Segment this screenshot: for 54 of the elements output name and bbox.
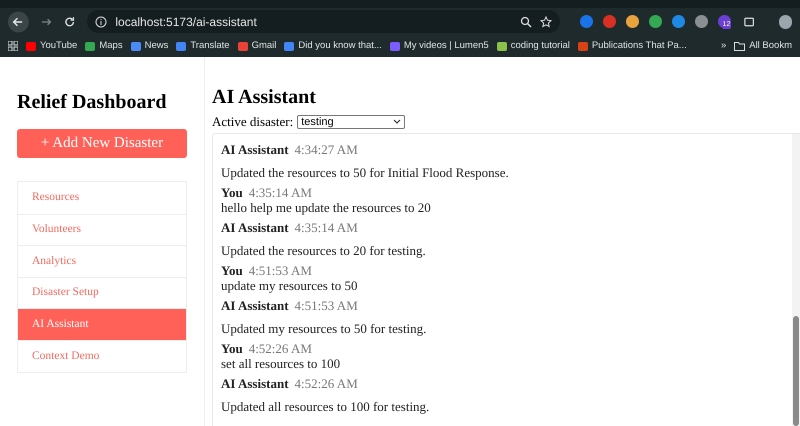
url-text: localhost:5173/ai-assistant [115, 14, 258, 30]
assistant-message: Updated the resources to 20 for testing. [221, 242, 427, 258]
message-time: 4:51:53 AM [248, 262, 312, 278]
info-icon [95, 16, 108, 28]
star-icon[interactable] [540, 16, 552, 28]
page-title: AI Assistant [212, 85, 317, 109]
address-bar[interactable]: localhost:5173/ai-assistant [87, 10, 560, 33]
user-message: update my resources to 50 [221, 278, 358, 292]
sender-name: You [221, 184, 243, 200]
message-time: 4:35:14 AM [248, 184, 312, 200]
scrollbar[interactable] [792, 134, 800, 426]
folder-icon [734, 42, 746, 50]
assistant-message: Updated my resources to 50 for testing. [221, 320, 428, 336]
field-label: Active disaster: [212, 113, 294, 131]
message-time: 4:34:27 AM [294, 142, 358, 156]
bookmark[interactable]: Did you know that... [284, 38, 382, 54]
chevron-icon [393, 119, 402, 124]
extension-icon[interactable] [648, 15, 662, 28]
sender-name: AI Assistant [221, 220, 289, 234]
extension-icon[interactable] [694, 15, 708, 28]
reload-icon[interactable] [64, 16, 76, 28]
bookmark[interactable]: Publications That Pa... [578, 38, 687, 54]
message-time: 4:51:53 AM [294, 298, 358, 312]
extension-icon[interactable] [602, 15, 616, 28]
assistant-message: Updated the resources to 50 for Initial Flood Response. [221, 164, 510, 180]
apps-icon[interactable] [8, 41, 18, 51]
sender-name: You [221, 340, 243, 356]
bookmark[interactable]: Maps [85, 38, 123, 54]
avatar[interactable] [778, 14, 792, 28]
message-time: 4:52:26 AM [294, 376, 358, 390]
message-time: 4:35:14 AM [294, 220, 358, 234]
sender-name: AI Assistant [221, 142, 289, 156]
sender-name: You [221, 262, 243, 278]
user-message: set all resources to 100 [221, 356, 342, 370]
bookmark[interactable]: Gmail [238, 38, 276, 54]
bookmark[interactable]: News [130, 38, 168, 54]
bookmark[interactable]: My videos | Lumen5 [390, 38, 489, 54]
zoom-icon[interactable] [520, 16, 532, 28]
bookmark[interactable]: coding tutorial [496, 38, 570, 54]
extension-icon[interactable] [672, 15, 685, 28]
disaster-select[interactable]: testing [297, 114, 406, 129]
back-icon[interactable] [8, 10, 29, 32]
sender-name: AI Assistant [221, 376, 289, 390]
bookmark[interactable]: YouTube [26, 38, 78, 54]
bookmark[interactable]: Translate [176, 38, 230, 54]
all-bookmarks-link[interactable]: All Bookm [749, 38, 792, 54]
user-message: hello help me update the resources to 20 [221, 200, 432, 214]
sidebar-title: Relief Dashboard [17, 90, 168, 115]
sender-name: AI Assistant [221, 298, 289, 312]
message-time: 4:52:26 AM [248, 340, 312, 356]
extension-icon[interactable] [580, 15, 593, 28]
more-bookmarks-button[interactable]: » [720, 38, 726, 54]
extension-icon[interactable] [626, 15, 639, 28]
assistant-message: Updated all resources to 100 for testing. [221, 398, 430, 414]
